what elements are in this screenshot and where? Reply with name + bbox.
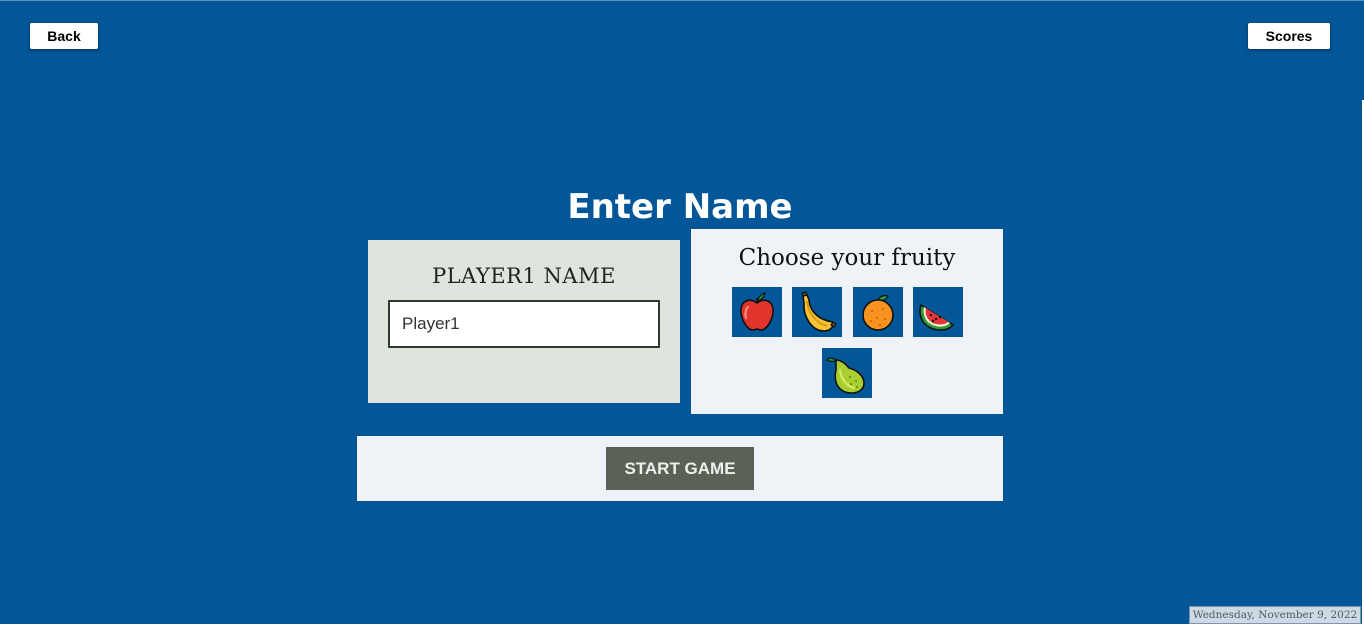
pear-icon xyxy=(826,357,865,394)
watermelon-icon xyxy=(919,304,954,331)
game-screen: Back Scores Enter Name PLAYER1 NAME Choo… xyxy=(0,0,1364,624)
back-button[interactable]: Back xyxy=(30,23,98,49)
fruit-picker-panel: Choose your fruity xyxy=(691,229,1003,414)
start-game-panel: START GAME xyxy=(357,436,1003,501)
top-border xyxy=(0,0,1364,1)
player-name-input[interactable] xyxy=(388,300,660,348)
player-name-panel: PLAYER1 NAME xyxy=(368,240,680,403)
fruit-option-orange[interactable] xyxy=(853,287,903,337)
fruit-option-pear[interactable] xyxy=(822,348,872,398)
start-game-button[interactable]: START GAME xyxy=(606,447,754,490)
date-display: Wednesday, November 9, 2022 xyxy=(1189,606,1361,624)
page-title: Enter Name xyxy=(567,187,793,227)
fruit-option-watermelon[interactable] xyxy=(913,287,963,337)
apple-icon xyxy=(740,292,774,331)
scores-button[interactable]: Scores xyxy=(1248,23,1330,49)
banana-icon xyxy=(801,291,837,332)
fruit-option-apple[interactable] xyxy=(732,287,782,337)
fruit-picker-label: Choose your fruity xyxy=(738,245,956,271)
player-name-label: PLAYER1 NAME xyxy=(432,264,616,288)
orange-icon xyxy=(862,295,894,331)
fruit-option-banana[interactable] xyxy=(792,287,842,337)
